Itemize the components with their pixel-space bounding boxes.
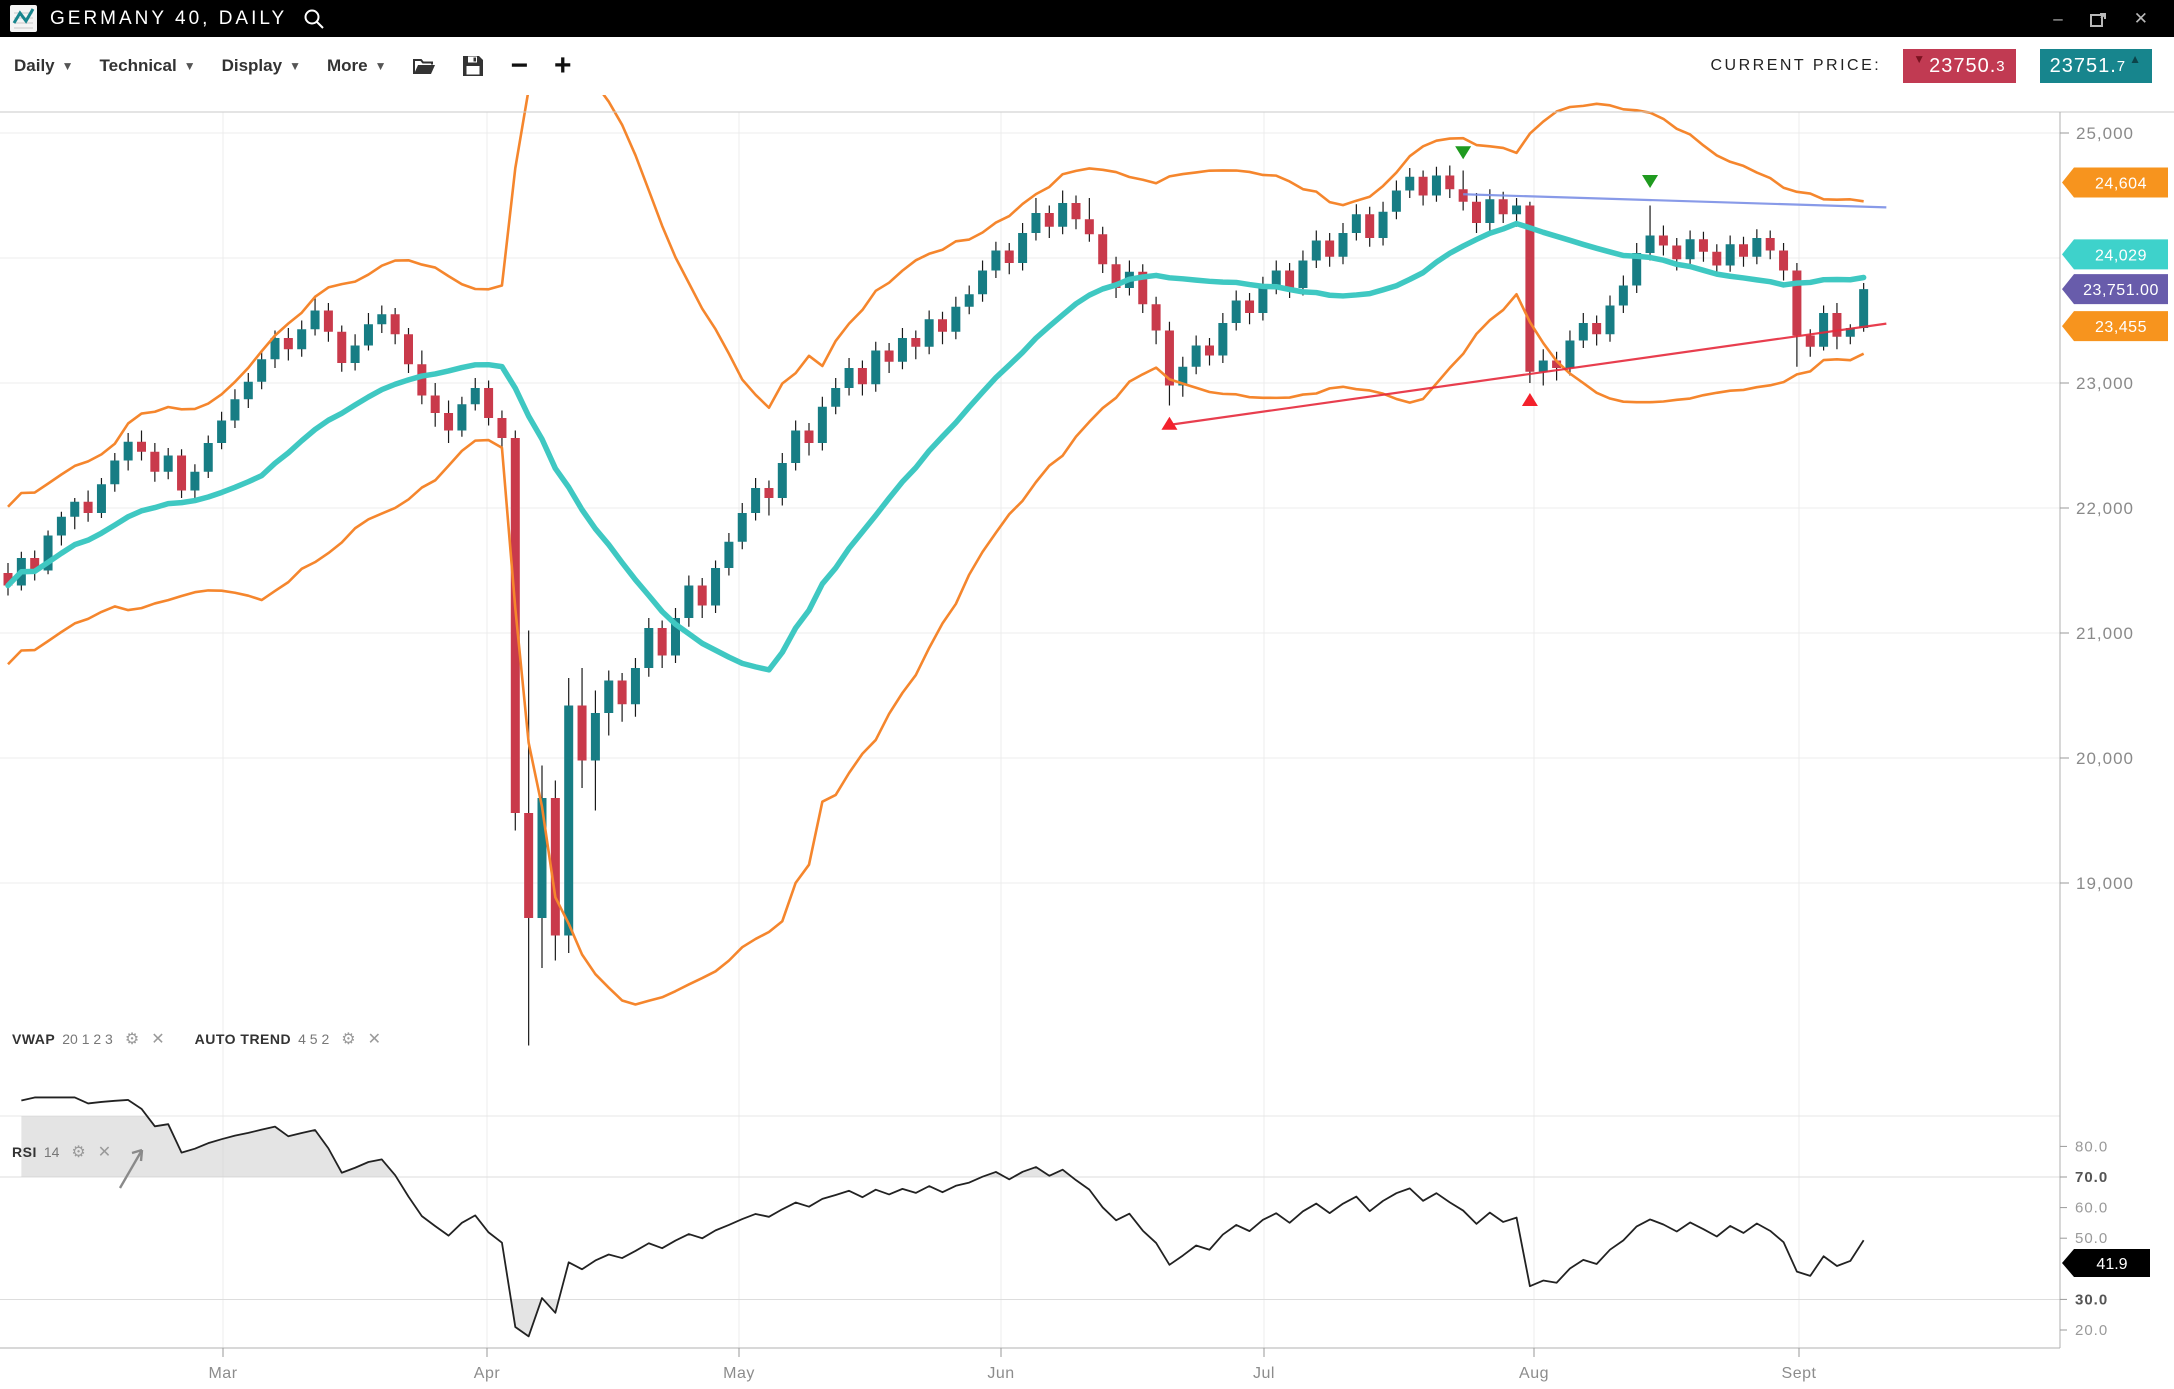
chart-title: GERMANY 40, DAILY bbox=[50, 8, 287, 30]
vwap-bands-layer bbox=[8, 40, 1864, 1005]
svg-text:20,000: 20,000 bbox=[2076, 749, 2134, 768]
svg-text:23,000: 23,000 bbox=[2076, 374, 2134, 393]
vwap-legend-label: VWAP bbox=[12, 1031, 55, 1047]
svg-text:60.0: 60.0 bbox=[2075, 1200, 2108, 1217]
trend-triangle-down-marker bbox=[1455, 146, 1471, 159]
menu-display[interactable]: Display ▼ bbox=[222, 56, 301, 76]
menu-technical[interactable]: Technical ▼ bbox=[100, 56, 196, 76]
rsi-indicator-legend: RSI 14 ⚙ ✕ bbox=[12, 1142, 111, 1162]
svg-text:22,000: 22,000 bbox=[2076, 499, 2134, 518]
svg-text:25,000: 25,000 bbox=[2076, 124, 2134, 143]
svg-text:24,029: 24,029 bbox=[2095, 247, 2147, 264]
svg-text:19,000: 19,000 bbox=[2076, 874, 2134, 893]
svg-text:50.0: 50.0 bbox=[2075, 1230, 2108, 1247]
trading-app-window: GERMANY 40, DAILY – ✕ Daily ▼ Technical … bbox=[0, 0, 2174, 1389]
autotrend-remove-icon[interactable]: ✕ bbox=[368, 1029, 381, 1049]
close-icon[interactable]: ✕ bbox=[2134, 0, 2148, 37]
svg-text:Jun: Jun bbox=[987, 1365, 1014, 1382]
popout-button[interactable] bbox=[2089, 0, 2108, 37]
price-tag: 23,751.00 bbox=[2062, 274, 2168, 304]
current-price-label: CURRENT PRICE: bbox=[1710, 57, 1881, 75]
chevron-down-icon: ▼ bbox=[375, 59, 387, 73]
autotrend-settings-gear-icon[interactable]: ⚙ bbox=[341, 1029, 355, 1049]
menu-timeframe[interactable]: Daily ▼ bbox=[14, 56, 74, 76]
zoom-out-button[interactable]: − bbox=[510, 53, 528, 79]
title-bar: GERMANY 40, DAILY – ✕ bbox=[0, 0, 2174, 37]
svg-text:24,604: 24,604 bbox=[2095, 176, 2147, 193]
vwap-settings-gear-icon[interactable]: ⚙ bbox=[125, 1029, 139, 1049]
search-icon[interactable] bbox=[303, 8, 325, 30]
svg-text:Sept: Sept bbox=[1782, 1365, 1817, 1382]
chevron-down-icon: ▼ bbox=[62, 59, 74, 73]
svg-text:23,751.00: 23,751.00 bbox=[2083, 282, 2159, 299]
save-icon[interactable] bbox=[462, 55, 484, 77]
current-price-cluster: CURRENT PRICE: ▼ 23750.3 23751.7 ▲ bbox=[1710, 37, 2152, 95]
price-tag: 24,029 bbox=[2062, 239, 2168, 269]
open-folder-icon[interactable] bbox=[412, 56, 436, 76]
rsi-legend-params: 14 bbox=[44, 1144, 60, 1160]
zoom-in-button[interactable]: + bbox=[554, 53, 572, 79]
rsi-curve bbox=[21, 1097, 1863, 1336]
rsi-legend-label: RSI bbox=[12, 1144, 37, 1160]
chart-toolbar: Daily ▼ Technical ▼ Display ▼ More ▼ bbox=[0, 37, 2174, 95]
rsi-value-badge: 41.9 bbox=[2062, 1249, 2150, 1277]
svg-text:20.0: 20.0 bbox=[2075, 1322, 2108, 1339]
vwap-legend-params: 20 1 2 3 bbox=[62, 1031, 113, 1047]
price-tag: 24,604 bbox=[2062, 168, 2168, 198]
svg-text:23,455: 23,455 bbox=[2095, 319, 2147, 336]
price-chart-canvas[interactable]: 25,000 23,000 22,000 21,000 20,000 19,000 Mar A… bbox=[0, 0, 2174, 1389]
price-tag: 23,455 bbox=[2062, 311, 2168, 341]
svg-text:Jul: Jul bbox=[1253, 1365, 1275, 1382]
trend-triangle-down-marker bbox=[1642, 175, 1658, 188]
rsi-remove-icon[interactable]: ✕ bbox=[98, 1142, 111, 1162]
svg-text:Mar: Mar bbox=[208, 1365, 237, 1382]
vwap-remove-icon[interactable]: ✕ bbox=[151, 1029, 164, 1049]
svg-text:30.0: 30.0 bbox=[2075, 1291, 2108, 1308]
svg-text:Aug: Aug bbox=[1519, 1365, 1549, 1382]
autotrend-legend-label: AUTO TREND bbox=[195, 1031, 292, 1047]
svg-text:41.9: 41.9 bbox=[2096, 1256, 2127, 1273]
bid-price-box[interactable]: ▼ 23750.3 bbox=[1903, 49, 2015, 83]
main-indicator-legend: VWAP 20 1 2 3 ⚙ ✕ AUTO TREND 4 5 2 ⚙ ✕ bbox=[12, 1029, 381, 1049]
trend-triangle-up-marker bbox=[1522, 393, 1538, 406]
candles-layer bbox=[4, 166, 1869, 1046]
svg-text:May: May bbox=[723, 1365, 755, 1382]
chevron-down-icon: ▼ bbox=[289, 59, 301, 73]
svg-text:80.0: 80.0 bbox=[2075, 1138, 2108, 1155]
axes-layer: 25,000 23,000 22,000 21,000 20,000 19,000 Mar A… bbox=[0, 112, 2174, 1382]
rsi-settings-gear-icon[interactable]: ⚙ bbox=[71, 1142, 85, 1162]
autotrend-legend-params: 4 5 2 bbox=[298, 1031, 329, 1047]
svg-text:70.0: 70.0 bbox=[2075, 1169, 2108, 1186]
arrow-up-icon: ▲ bbox=[2129, 54, 2142, 64]
app-logo-icon bbox=[10, 5, 37, 32]
price-tags-layer: 24,604 24,029 23,751.00 23,455 41.9 bbox=[2062, 168, 2168, 1277]
svg-text:21,000: 21,000 bbox=[2076, 624, 2134, 643]
minimize-button[interactable]: – bbox=[2053, 0, 2062, 37]
ask-price-box[interactable]: 23751.7 ▲ bbox=[2040, 49, 2152, 83]
menu-more[interactable]: More ▼ bbox=[327, 56, 387, 76]
chevron-down-icon: ▼ bbox=[184, 59, 196, 73]
svg-text:Apr: Apr bbox=[474, 1365, 501, 1382]
arrow-down-icon: ▼ bbox=[1913, 54, 1926, 64]
